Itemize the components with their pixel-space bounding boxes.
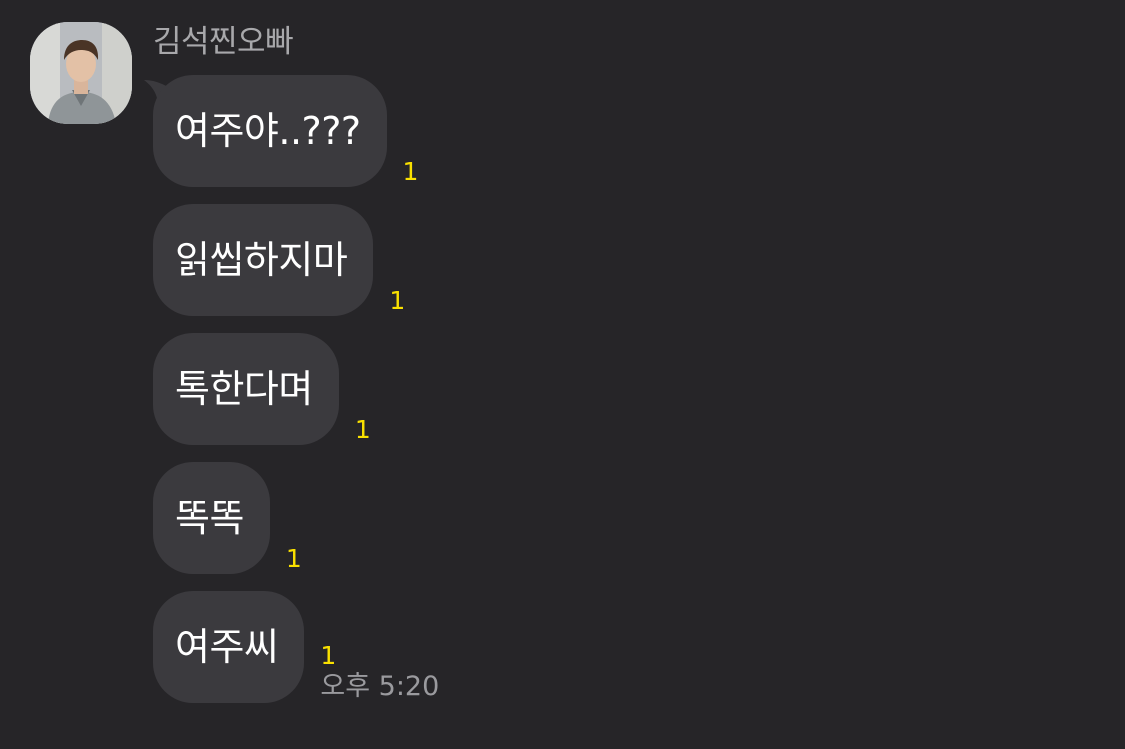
sender-name: 김석찐오빠	[153, 24, 294, 60]
unread-count: 1	[320, 641, 337, 670]
message-text: 읽씹하지마	[175, 238, 348, 282]
message-row: 똑똑 1	[153, 462, 302, 574]
unread-count: 1	[389, 286, 406, 315]
message-meta: 1 오후 5:20	[320, 641, 439, 703]
message-meta: 1	[286, 544, 302, 574]
profile-photo-icon	[30, 22, 132, 124]
message-bubble[interactable]: 똑똑	[153, 462, 270, 574]
message-meta: 1	[355, 415, 371, 445]
message-bubble[interactable]: 여주야..???	[153, 75, 387, 187]
message-bubble[interactable]: 톡한다며	[153, 333, 339, 445]
message-row: 여주야..??? 1	[153, 75, 418, 187]
unread-count: 1	[354, 415, 371, 444]
sender-avatar[interactable]	[30, 22, 132, 124]
message-row: 톡한다며 1	[153, 333, 371, 445]
message-meta: 1	[389, 286, 405, 316]
message-bubble[interactable]: 여주씨	[153, 591, 305, 703]
message-text: 톡한다며	[175, 367, 313, 411]
message-row: 여주씨 1 오후 5:20	[153, 591, 439, 703]
message-row: 읽씹하지마 1	[153, 204, 405, 316]
unread-count: 1	[285, 544, 302, 573]
message-time: 오후 5:20	[320, 671, 440, 702]
message-text: 똑똑	[175, 496, 244, 540]
message-text: 여주야..???	[175, 109, 361, 153]
chat-room: 김석찐오빠 여주야..??? 1 읽씹하지마 1 톡한다며 1 똑똑 1 여주씨…	[0, 0, 1125, 749]
message-meta: 1	[403, 157, 419, 187]
message-bubble[interactable]: 읽씹하지마	[153, 204, 374, 316]
message-text: 여주씨	[175, 625, 279, 669]
unread-count: 1	[402, 157, 419, 186]
